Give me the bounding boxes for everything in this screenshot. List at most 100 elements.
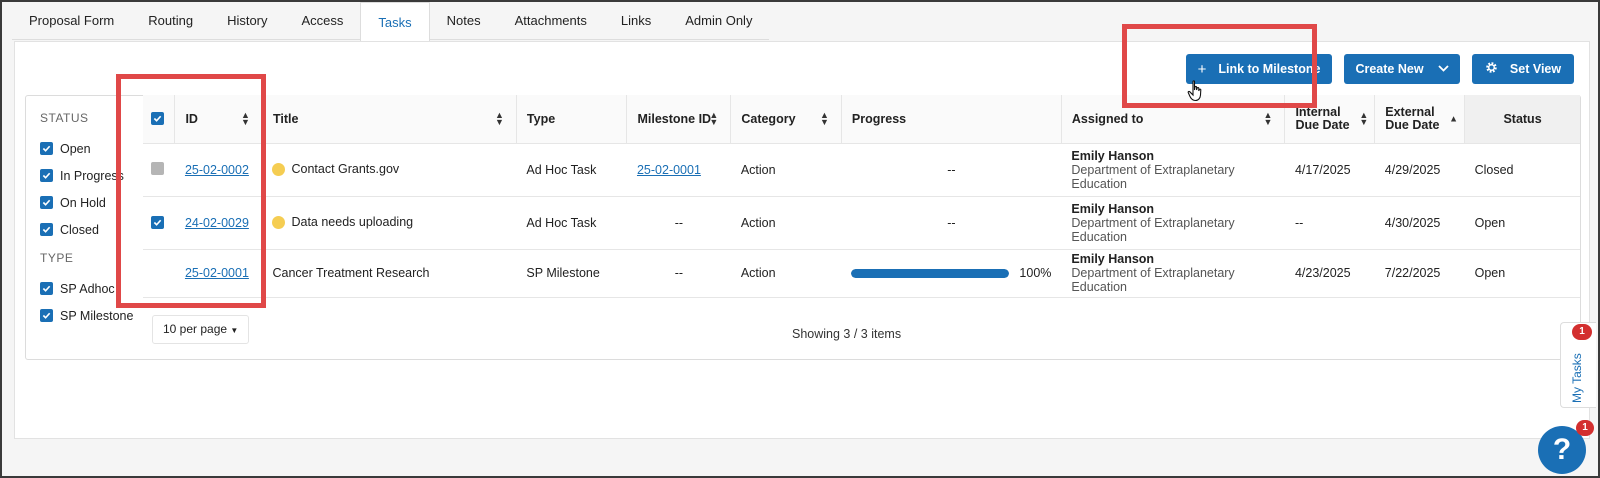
tab-admin-only[interactable]: Admin Only <box>668 2 770 40</box>
type-cell: Ad Hoc Task <box>516 196 627 250</box>
type-cell: SP Milestone <box>516 249 627 298</box>
table-row: 24-02-0029 Data needs uploading Ad Hoc T… <box>143 196 1580 250</box>
sort-icon: ▲ ▼ <box>1359 109 1369 127</box>
status-cell: Open <box>1464 196 1580 250</box>
filter-status-in-progress[interactable]: In Progress <box>40 162 150 189</box>
internal-due-cell: 4/17/2025 <box>1284 143 1375 197</box>
column-header-internal-due-date[interactable]: Internal Due Date ▲ ▼ <box>1284 95 1376 144</box>
category-cell: Action <box>730 196 842 250</box>
id-cell: 25-02-0002 <box>174 143 263 197</box>
sort-ascending-icon: ▲ <box>1449 113 1459 124</box>
task-title: Data needs uploading <box>291 215 414 230</box>
header-label: Type <box>526 111 556 126</box>
assignee-name: Emily Hanson <box>1071 201 1155 216</box>
tasks-table: ID ▲ ▼ Title ▲ ▼ Type Milestone ID ▲ ▼ Categor… <box>143 95 1580 298</box>
title-cell: Data needs uploading <box>262 196 517 250</box>
filter-label: SP Milestone <box>60 308 134 323</box>
table-row: 25-02-0002 Contact Grants.gov Ad Hoc Tas… <box>143 143 1580 197</box>
column-header-title[interactable]: Title ▲ ▼ <box>262 95 517 144</box>
toolbar: + Link to Milestone Create New Set View <box>1186 54 1574 84</box>
assignee-department: Department of Extraplanetary Education <box>1071 162 1235 191</box>
sort-icon: ▲ ▼ <box>495 109 504 127</box>
assigned-cell: Emily Hanson Department of Extraplanetar… <box>1061 249 1285 298</box>
checkbox-checked-icon[interactable] <box>40 223 53 236</box>
checkbox-checked-icon[interactable] <box>40 169 53 182</box>
column-header-type[interactable]: Type <box>516 95 628 144</box>
checkbox-checked-icon[interactable] <box>40 142 53 155</box>
status-cell: Open <box>1464 249 1580 298</box>
table-row: 25-02-0001 Cancer Treatment Research SP … <box>143 249 1580 298</box>
progress-label: 100% <box>1019 266 1052 280</box>
column-header-assigned-to[interactable]: Assigned to ▲ ▼ <box>1061 95 1286 144</box>
column-header-progress[interactable]: Progress <box>841 95 1062 144</box>
gear-icon <box>1485 61 1498 78</box>
sort-icon: ▲ ▼ <box>820 109 829 127</box>
tab-history[interactable]: History <box>210 2 285 40</box>
tab-links[interactable]: Links <box>603 2 669 40</box>
set-view-button[interactable]: Set View <box>1472 54 1574 84</box>
sort-icon: ▲ ▼ <box>241 109 250 127</box>
help-badge: 1 <box>1576 420 1594 436</box>
assigned-cell: Emily Hanson Department of Extraplanetar… <box>1061 196 1285 250</box>
tab-access[interactable]: Access <box>284 2 361 40</box>
column-header-id[interactable]: ID ▲ ▼ <box>174 95 263 144</box>
progress-bar <box>851 268 1010 278</box>
filter-status-open[interactable]: Open <box>40 135 150 162</box>
tab-attachments[interactable]: Attachments <box>497 2 604 40</box>
internal-due-cell: 4/23/2025 <box>1284 249 1375 298</box>
external-due-cell: 7/22/2025 <box>1374 249 1465 298</box>
title-cell: Cancer Treatment Research <box>262 249 517 298</box>
milestone-cell: -- <box>626 249 731 298</box>
link-to-milestone-button[interactable]: + Link to Milestone <box>1186 54 1332 84</box>
caret-down-icon: ▼ <box>230 326 239 335</box>
select-all-checkbox[interactable] <box>151 111 164 125</box>
header-label: Status <box>1503 111 1542 126</box>
filter-label: In Progress <box>60 168 124 183</box>
task-title: Contact Grants.gov <box>291 162 400 177</box>
filter-status-closed[interactable]: Closed <box>40 216 150 243</box>
id-cell: 25-02-0001 <box>174 249 263 298</box>
header-label: Due Date <box>1385 117 1440 132</box>
link-to-milestone-label: Link to Milestone <box>1218 62 1321 76</box>
task-id-link[interactable]: 25-02-0001 <box>185 266 249 280</box>
task-id-link[interactable]: 25-02-0002 <box>185 163 249 177</box>
column-header-status[interactable]: Status <box>1464 95 1580 144</box>
tab-tasks[interactable]: Tasks <box>360 2 430 42</box>
per-page-select[interactable]: 10 per page ▼ <box>152 315 250 344</box>
chevron-down-icon <box>1437 64 1449 75</box>
milestone-cell: 25-02-0001 <box>626 143 731 197</box>
row-checkbox[interactable] <box>151 215 164 229</box>
type-cell: Ad Hoc Task <box>516 143 627 197</box>
progress-bar-fill <box>851 268 1010 278</box>
checkbox-checked-icon[interactable] <box>40 282 53 295</box>
checkbox-checked-icon[interactable] <box>40 196 53 209</box>
task-id-link[interactable]: 24-02-0029 <box>185 216 249 230</box>
table-header-row: ID ▲ ▼ Title ▲ ▼ Type Milestone ID ▲ ▼ Categor… <box>143 95 1580 144</box>
header-label: Internal <box>1295 104 1341 119</box>
select-all-cell <box>143 95 176 144</box>
header-label: External <box>1385 104 1435 119</box>
row-select-cell <box>143 143 175 197</box>
status-cell: Closed <box>1464 143 1580 197</box>
assigned-cell: Emily Hanson Department of Extraplanetar… <box>1061 143 1285 197</box>
category-cell: Action <box>730 143 842 197</box>
filter-type-sp-adhoc[interactable]: SP Adhoc <box>40 275 150 302</box>
checkbox-checked-icon[interactable] <box>40 309 53 322</box>
milestone-id-link[interactable]: 25-02-0001 <box>637 163 701 177</box>
row-select-cell <box>143 249 175 298</box>
filter-type-sp-milestone[interactable]: SP Milestone <box>40 302 150 329</box>
tab-proposal-form[interactable]: Proposal Form <box>12 2 132 40</box>
sort-icon: ▲ ▼ <box>1263 109 1273 127</box>
column-header-category[interactable]: Category ▲ ▼ <box>730 95 842 144</box>
column-header-external-due-date[interactable]: External Due Date ▲ <box>1374 95 1466 144</box>
tab-routing[interactable]: Routing <box>131 2 211 40</box>
filter-status-on-hold[interactable]: On Hold <box>40 189 150 216</box>
header-label: Assigned to <box>1071 111 1144 126</box>
column-header-milestone-id[interactable]: Milestone ID ▲ ▼ <box>626 95 732 144</box>
header-label: ID <box>185 111 198 126</box>
create-new-label: Create New <box>1355 62 1424 76</box>
tab-notes[interactable]: Notes <box>429 2 498 40</box>
create-new-button[interactable]: Create New <box>1344 54 1460 84</box>
filter-sidebar: STATUS Open In Progress On Hold Closed T… <box>40 107 150 329</box>
title-cell: Contact Grants.gov <box>262 143 517 197</box>
